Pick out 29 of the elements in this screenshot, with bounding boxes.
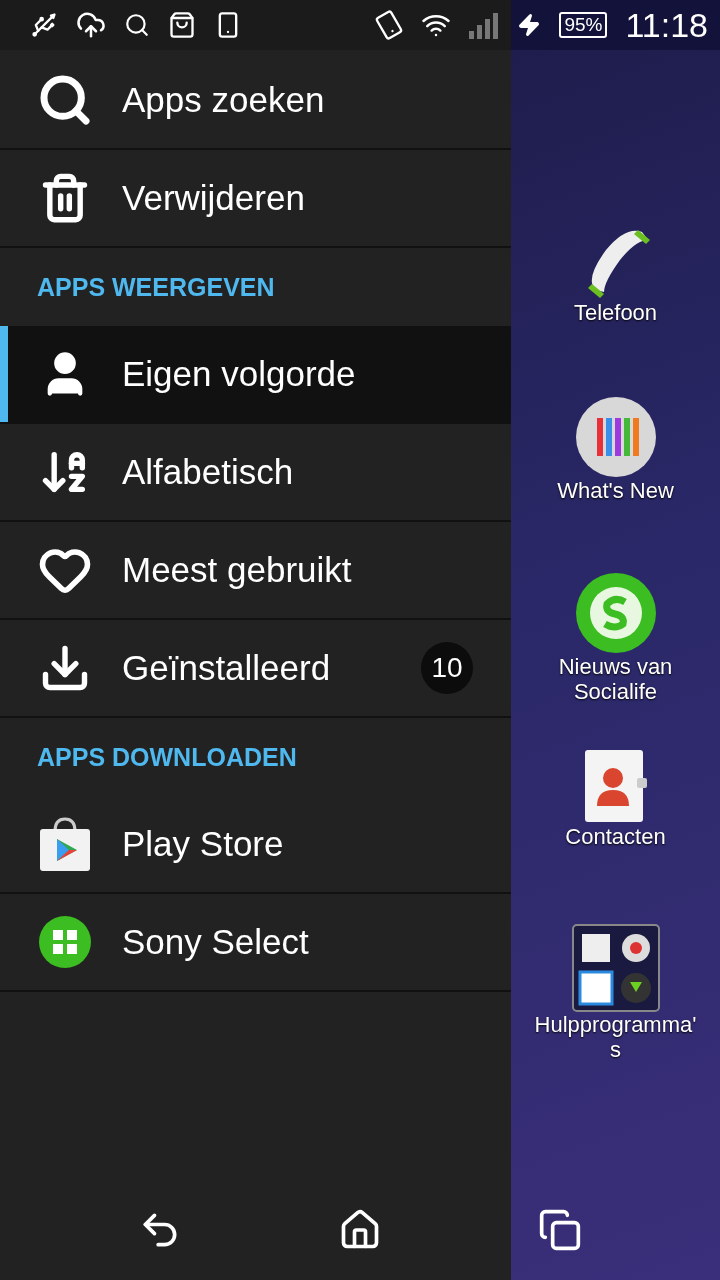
menu-item[interactable]: Meest gebruikt xyxy=(0,522,511,620)
usb-icon xyxy=(30,11,58,39)
signal-icon xyxy=(469,11,500,39)
menu-item[interactable]: Geïnstalleerd 10 xyxy=(0,620,511,718)
app-shortcut[interactable]: Telefoon xyxy=(530,220,701,396)
shopping-bag-icon xyxy=(38,815,92,873)
app-shortcut[interactable]: What's New xyxy=(530,396,701,572)
folder-icon xyxy=(571,924,660,1012)
recent-apps-icon xyxy=(538,1208,582,1252)
menu-item[interactable]: Apps zoeken xyxy=(0,52,511,150)
battery-level: 95% xyxy=(559,12,608,38)
app-shortcut[interactable]: Hulpprogramma's xyxy=(530,924,701,1100)
menu-item[interactable]: Alfabetisch xyxy=(0,424,511,522)
stripes-circle-icon xyxy=(574,396,657,478)
count-badge: 10 xyxy=(421,642,473,694)
clock: 11:18 xyxy=(625,5,708,45)
cloud-upload-icon xyxy=(76,10,106,40)
menu-item[interactable]: Eigen volgorde xyxy=(0,326,511,424)
menu-item[interactable]: Sony Select xyxy=(0,894,511,992)
search-icon xyxy=(124,12,150,38)
charging-icon xyxy=(517,13,542,37)
menu-item[interactable]: Play Store xyxy=(0,796,511,894)
section-header: APPS WEERGEVEN xyxy=(36,271,276,303)
shopping-bag-icon xyxy=(168,11,196,39)
app-shortcut[interactable]: Contacten xyxy=(530,748,701,924)
squares-icon xyxy=(38,915,92,969)
app-shortcut[interactable]: Nieuws van Socialife xyxy=(530,572,701,748)
menu-item[interactable]: Verwijderen xyxy=(0,150,511,248)
section-header: APPS DOWNLOADEN xyxy=(36,741,298,773)
